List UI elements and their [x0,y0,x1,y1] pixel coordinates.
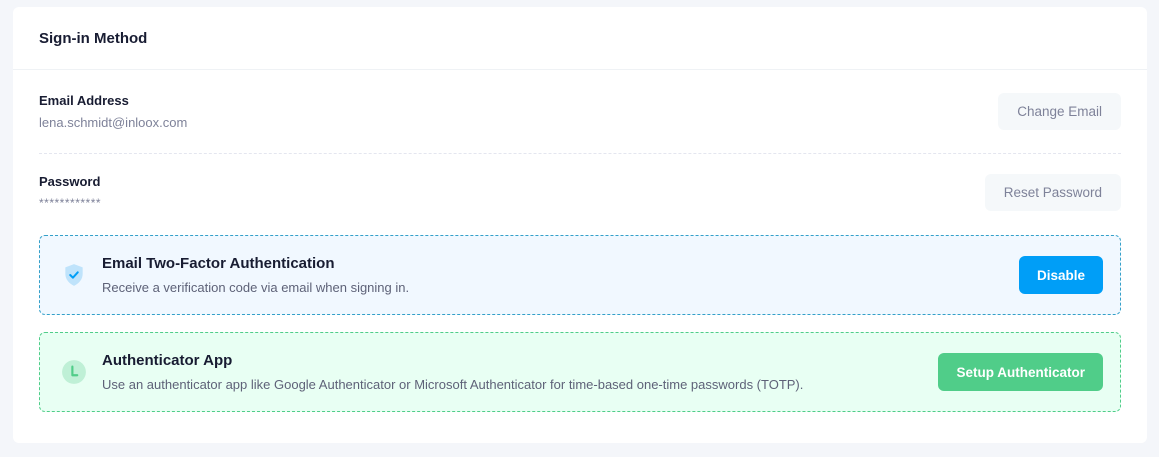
two-factor-text: Email Two-Factor Authentication Receive … [102,255,409,295]
two-factor-content: Email Two-Factor Authentication Receive … [60,255,409,295]
card-title: Sign-in Method [39,29,148,47]
clock-icon [60,358,88,386]
email-value: lena.schmidt@inloox.com [39,115,188,130]
card-header: Sign-in Method [13,7,1147,70]
card-body: Email Address lena.schmidt@inloox.com Ch… [13,70,1147,412]
shield-check-icon [60,261,88,289]
two-factor-title: Email Two-Factor Authentication [102,255,335,272]
disable-button[interactable]: Disable [1018,256,1103,294]
email-label: Email Address [39,93,129,108]
sign-in-method-card: Sign-in Method Email Address lena.schmid… [13,7,1147,443]
setup-authenticator-button[interactable]: Setup Authenticator [938,353,1103,391]
password-row: Password ************ Reset Password [39,154,1121,230]
two-factor-description: Receive a verification code via email wh… [102,280,410,295]
authenticator-title: Authenticator App [102,352,233,369]
email-row: Email Address lena.schmidt@inloox.com Ch… [39,70,1121,154]
change-email-button[interactable]: Change Email [998,93,1121,130]
authenticator-notice: Authenticator App Use an authenticator a… [39,332,1121,412]
password-label: Password [39,174,101,189]
password-value: ************ [39,196,102,210]
email-info: Email Address lena.schmidt@inloox.com [39,93,187,130]
authenticator-description: Use an authenticator app like Google Aut… [102,377,804,392]
password-info: Password ************ [39,174,101,210]
authenticator-text: Authenticator App Use an authenticator a… [102,352,803,392]
reset-password-button[interactable]: Reset Password [984,173,1121,211]
two-factor-notice: Email Two-Factor Authentication Receive … [39,235,1121,315]
authenticator-content: Authenticator App Use an authenticator a… [60,352,803,392]
